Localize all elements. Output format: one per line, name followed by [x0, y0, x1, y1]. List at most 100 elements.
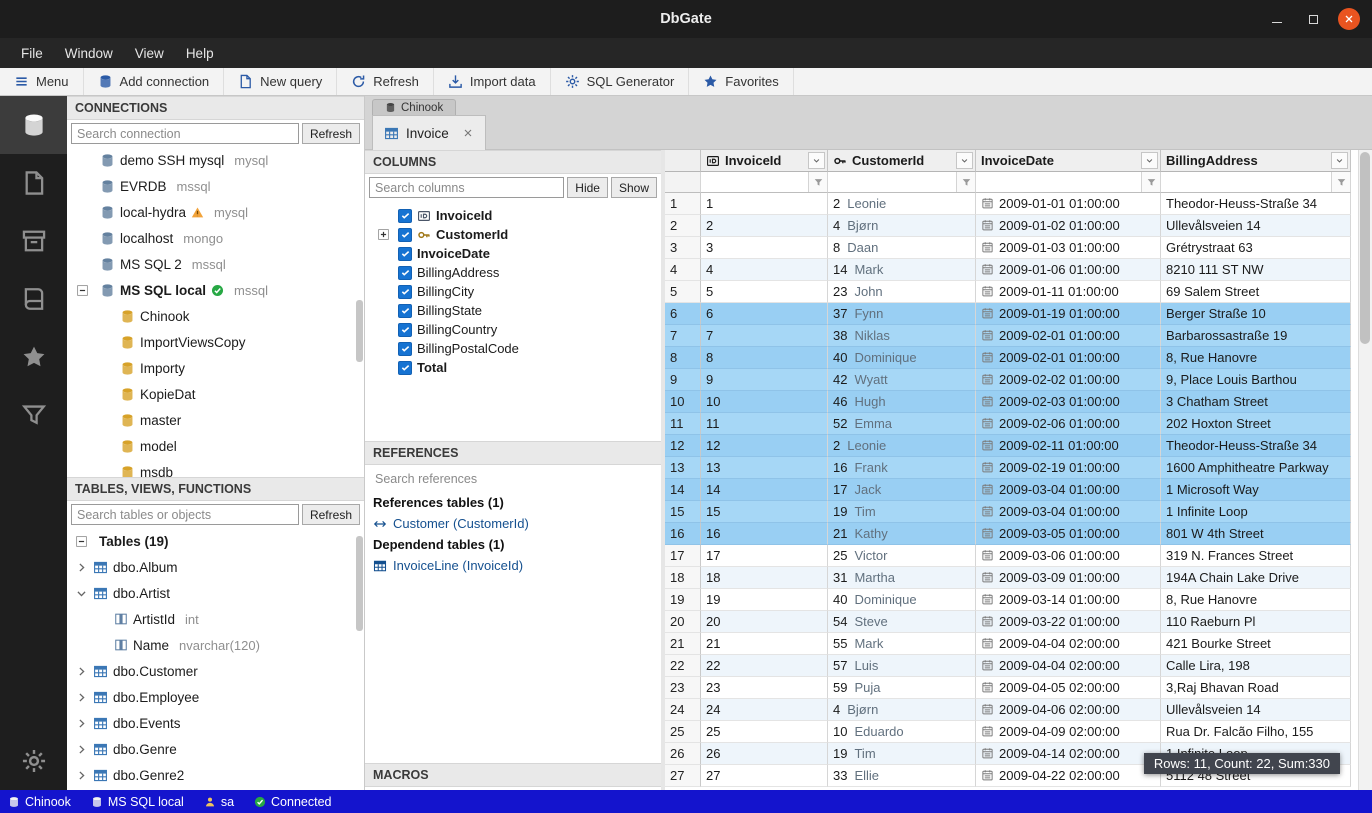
toolbar-add-connection-button[interactable]: Add connection: [84, 68, 225, 95]
row-number[interactable]: 8: [665, 347, 701, 369]
column-toggle-billingpostalcode[interactable]: BillingPostalCode: [365, 339, 661, 358]
checkbox-checked-icon[interactable]: [398, 323, 412, 337]
checkbox-checked-icon[interactable]: [398, 304, 412, 318]
cell-billing-address[interactable]: Rua Dr. Falcão Filho, 155: [1161, 721, 1351, 743]
cell-invoice-id[interactable]: 15: [701, 501, 828, 523]
cell-invoice-id[interactable]: 12: [701, 435, 828, 457]
cell-invoice-id[interactable]: 2: [701, 215, 828, 237]
cell-invoice-date[interactable]: 2009-03-14 01:00:00: [976, 589, 1161, 611]
database-chinook[interactable]: Chinook: [67, 303, 364, 329]
cell-customer-id[interactable]: 40Dominique: [828, 347, 976, 369]
row-number[interactable]: 13: [665, 457, 701, 479]
cell-invoice-date[interactable]: 2009-01-03 01:00:00: [976, 237, 1161, 259]
cell-invoice-id[interactable]: 17: [701, 545, 828, 567]
cell-invoice-date[interactable]: 2009-03-09 01:00:00: [976, 567, 1161, 589]
columns-hide-button[interactable]: Hide: [567, 177, 608, 198]
cell-billing-address[interactable]: 110 Raeburn Pl: [1161, 611, 1351, 633]
database-msdb[interactable]: msdb: [67, 459, 364, 477]
cell-billing-address[interactable]: 801 W 4th Street: [1161, 523, 1351, 545]
iconbar-archive[interactable]: [0, 212, 67, 270]
filter-input-invoiceid[interactable]: [701, 172, 808, 192]
cell-invoice-date[interactable]: 2009-01-19 01:00:00: [976, 303, 1161, 325]
grid-row[interactable]: 202054Steve2009-03-22 01:00:00110 Raebur…: [665, 611, 1351, 633]
cell-billing-address[interactable]: 319 N. Frances Street: [1161, 545, 1351, 567]
checkbox-checked-icon[interactable]: [398, 209, 412, 223]
cell-invoice-id[interactable]: 26: [701, 743, 828, 765]
maximize-button[interactable]: [1302, 8, 1324, 30]
row-number[interactable]: 3: [665, 237, 701, 259]
row-number[interactable]: 9: [665, 369, 701, 391]
menu-help[interactable]: Help: [175, 42, 225, 65]
connections-search-input[interactable]: [71, 123, 299, 144]
cell-invoice-id[interactable]: 20: [701, 611, 828, 633]
cell-billing-address[interactable]: 1 Infinite Loop: [1161, 501, 1351, 523]
cell-invoice-id[interactable]: 21: [701, 633, 828, 655]
cell-customer-id[interactable]: 57Luis: [828, 655, 976, 677]
statusbar-chinook[interactable]: Chinook: [8, 795, 71, 809]
row-number[interactable]: 11: [665, 413, 701, 435]
table-dbo-artist[interactable]: dbo.Artist: [67, 580, 364, 606]
reference-link-invoiceline-invoiceid[interactable]: InvoiceLine (InvoiceId): [365, 555, 661, 576]
table-dbo-events[interactable]: dbo.Events: [67, 710, 364, 736]
connection-demo-ssh-mysql[interactable]: demo SSH mysqlmysql: [67, 147, 364, 173]
cell-customer-id[interactable]: 17Jack: [828, 479, 976, 501]
grid-row[interactable]: 338Daan2009-01-03 01:00:00Grétrystraat 6…: [665, 237, 1351, 259]
cell-billing-address[interactable]: 1600 Amphitheatre Parkway: [1161, 457, 1351, 479]
toolbar-import-data-button[interactable]: Import data: [434, 68, 551, 95]
cell-invoice-date[interactable]: 2009-02-01 01:00:00: [976, 325, 1161, 347]
grid-row[interactable]: 191940Dominique2009-03-14 01:00:008, Rue…: [665, 589, 1351, 611]
cell-invoice-date[interactable]: 2009-03-04 01:00:00: [976, 479, 1161, 501]
tab-invoice[interactable]: Invoice: [372, 115, 486, 150]
connections-scrollbar[interactable]: [356, 300, 363, 362]
cell-invoice-date[interactable]: 2009-04-09 02:00:00: [976, 721, 1161, 743]
cell-customer-id[interactable]: 2Leonie: [828, 193, 976, 215]
grid-row[interactable]: 8840Dominique2009-02-01 01:00:008, Rue H…: [665, 347, 1351, 369]
table-dbo-album[interactable]: dbo.Album: [67, 554, 364, 580]
table-dbo-employee[interactable]: dbo.Employee: [67, 684, 364, 710]
cell-customer-id[interactable]: 33Ellie: [828, 765, 976, 787]
cell-billing-address[interactable]: Theodor-Heuss-Straße 34: [1161, 435, 1351, 457]
table-column-name[interactable]: Namenvarchar(120): [67, 632, 364, 658]
cell-invoice-id[interactable]: 22: [701, 655, 828, 677]
cell-invoice-date[interactable]: 2009-02-03 01:00:00: [976, 391, 1161, 413]
cell-customer-id[interactable]: 19Tim: [828, 501, 976, 523]
cell-customer-id[interactable]: 59Puja: [828, 677, 976, 699]
cell-billing-address[interactable]: Grétrystraat 63: [1161, 237, 1351, 259]
cell-invoice-id[interactable]: 23: [701, 677, 828, 699]
cell-invoice-id[interactable]: 7: [701, 325, 828, 347]
table-column-artistid[interactable]: ArtistIdint: [67, 606, 364, 632]
cell-invoice-date[interactable]: 2009-02-01 01:00:00: [976, 347, 1161, 369]
cell-invoice-id[interactable]: 4: [701, 259, 828, 281]
row-number[interactable]: 26: [665, 743, 701, 765]
cell-billing-address[interactable]: Theodor-Heuss-Straße 34: [1161, 193, 1351, 215]
database-importviewscopy[interactable]: ImportViewsCopy: [67, 329, 364, 355]
statusbar-ms-sql-local[interactable]: MS SQL local: [91, 795, 184, 809]
cell-billing-address[interactable]: 9, Place Louis Barthou: [1161, 369, 1351, 391]
database-master[interactable]: master: [67, 407, 364, 433]
row-number[interactable]: 15: [665, 501, 701, 523]
cell-invoice-id[interactable]: 8: [701, 347, 828, 369]
connection-evrdb[interactable]: EVRDBmssql: [67, 173, 364, 199]
checkbox-checked-icon[interactable]: [398, 266, 412, 280]
column-toggle-invoiceid[interactable]: InvoiceId: [365, 206, 661, 225]
cell-invoice-date[interactable]: 2009-02-11 01:00:00: [976, 435, 1161, 457]
row-number[interactable]: 19: [665, 589, 701, 611]
cell-customer-id[interactable]: 23John: [828, 281, 976, 303]
columns-show-button[interactable]: Show: [611, 177, 657, 198]
cell-invoice-date[interactable]: 2009-04-05 02:00:00: [976, 677, 1161, 699]
cell-invoice-id[interactable]: 1: [701, 193, 828, 215]
cell-invoice-date[interactable]: 2009-04-14 02:00:00: [976, 743, 1161, 765]
table-dbo-genre2[interactable]: dbo.Genre2: [67, 762, 364, 788]
column-header-invoicedate[interactable]: InvoiceDate: [976, 150, 1161, 172]
cell-billing-address[interactable]: 8, Rue Hanovre: [1161, 347, 1351, 369]
column-header-billingaddress[interactable]: BillingAddress: [1161, 150, 1351, 172]
cell-billing-address[interactable]: 421 Bourke Street: [1161, 633, 1351, 655]
table-dbo-customer[interactable]: dbo.Customer: [67, 658, 364, 684]
iconbar-connections[interactable]: [0, 96, 67, 154]
cell-invoice-id[interactable]: 13: [701, 457, 828, 479]
references-search-input[interactable]: [369, 468, 657, 489]
toolbar-refresh-button[interactable]: Refresh: [337, 68, 434, 95]
cell-customer-id[interactable]: 4Bjørn: [828, 215, 976, 237]
cell-invoice-date[interactable]: 2009-01-01 01:00:00: [976, 193, 1161, 215]
toolbar-favorites-button[interactable]: Favorites: [689, 68, 793, 95]
